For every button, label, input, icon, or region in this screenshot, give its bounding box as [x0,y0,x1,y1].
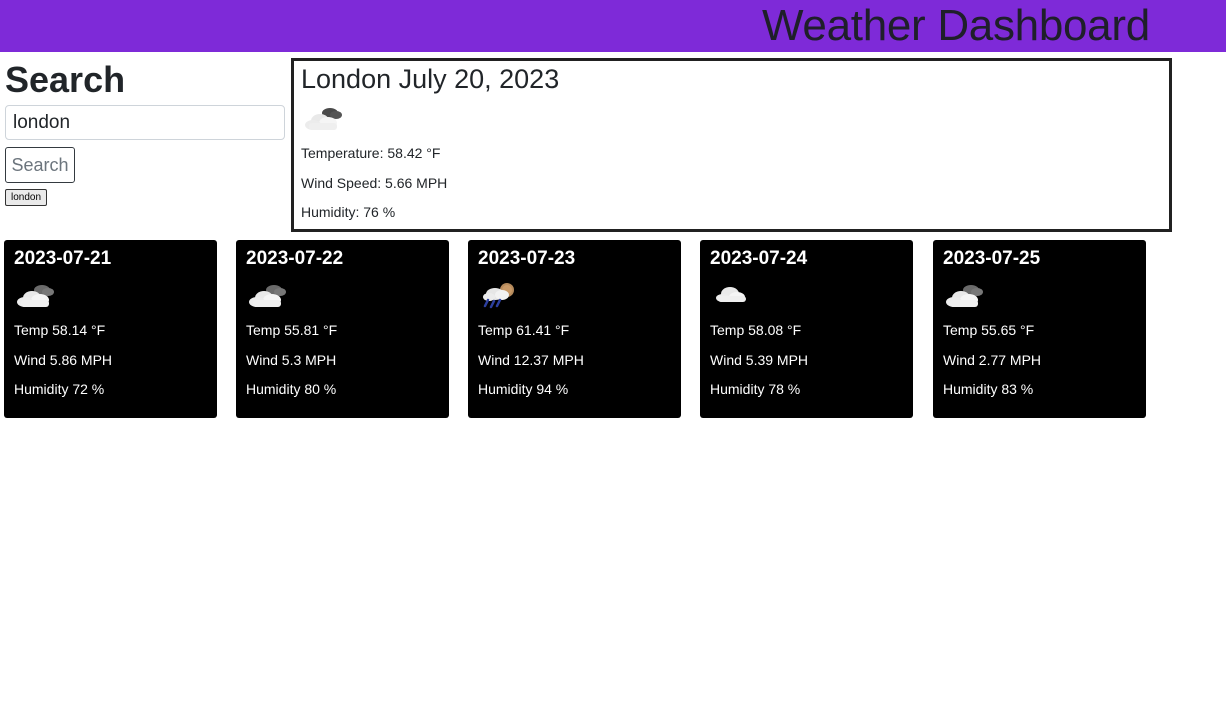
current-humidity: Humidity: 76 % [301,204,396,220]
forecast-temp: Temp 61.41 °F [478,322,570,338]
search-button[interactable]: Search [5,147,75,183]
forecast-temp: Temp 58.14 °F [14,322,106,338]
partly-cloudy-icon [248,280,288,310]
search-heading: Search [5,59,126,100]
forecast-wind: Wind 2.77 MPH [943,352,1042,368]
forecast-humidity: Humidity 72 % [14,381,105,397]
current-temperature: Temperature: 58.42 °F [301,145,441,161]
forecast-date: 2023-07-23 [478,248,576,269]
forecast-date: 2023-07-24 [710,248,808,269]
forecast-humidity: Humidity 83 % [943,381,1034,397]
forecast-date: 2023-07-25 [943,248,1041,269]
forecast-date: 2023-07-21 [14,248,112,269]
forecast-card: 2023-07-23 Temp 61.41 °F Wind 12.37 MPH … [468,240,681,418]
forecast-temp: Temp 55.81 °F [246,322,338,338]
history-button-london[interactable]: london [5,189,48,206]
search-panel: Search Search london [5,58,287,206]
search-input[interactable] [5,105,285,140]
partly-cloudy-icon [304,103,344,133]
forecast-wind: Wind 5.39 MPH [710,352,809,368]
rain-icon [480,280,520,310]
forecast-temp: Temp 58.08 °F [710,322,802,338]
current-wind: Wind Speed: 5.66 MPH [301,175,448,191]
forecast-wind: Wind 5.86 MPH [14,352,113,368]
cloud-icon [712,280,752,310]
forecast-humidity: Humidity 80 % [246,381,337,397]
page-title: Weather Dashboard [762,1,1150,50]
current-weather-panel: London July 20, 2023 Temperature: 58.42 … [291,58,1172,232]
forecast-wind: Wind 12.37 MPH [478,352,584,368]
forecast-humidity: Humidity 78 % [710,381,801,397]
app-header: Weather Dashboard [0,0,1226,52]
forecast-date: 2023-07-22 [246,248,344,269]
forecast-card: 2023-07-21 Temp 58.14 °F Wind 5.86 MPH H… [4,240,217,418]
partly-cloudy-icon [945,280,985,310]
forecast-temp: Temp 55.65 °F [943,322,1035,338]
forecast-wind: Wind 5.3 MPH [246,352,337,368]
forecast-card: 2023-07-25 Temp 55.65 °F Wind 2.77 MPH H… [933,240,1146,418]
current-city-date: London July 20, 2023 [301,64,560,94]
partly-cloudy-icon [16,280,56,310]
forecast-card: 2023-07-24 Temp 58.08 °F Wind 5.39 MPH H… [700,240,913,418]
forecast-card: 2023-07-22 Temp 55.81 °F Wind 5.3 MPH Hu… [236,240,449,418]
forecast-humidity: Humidity 94 % [478,381,569,397]
